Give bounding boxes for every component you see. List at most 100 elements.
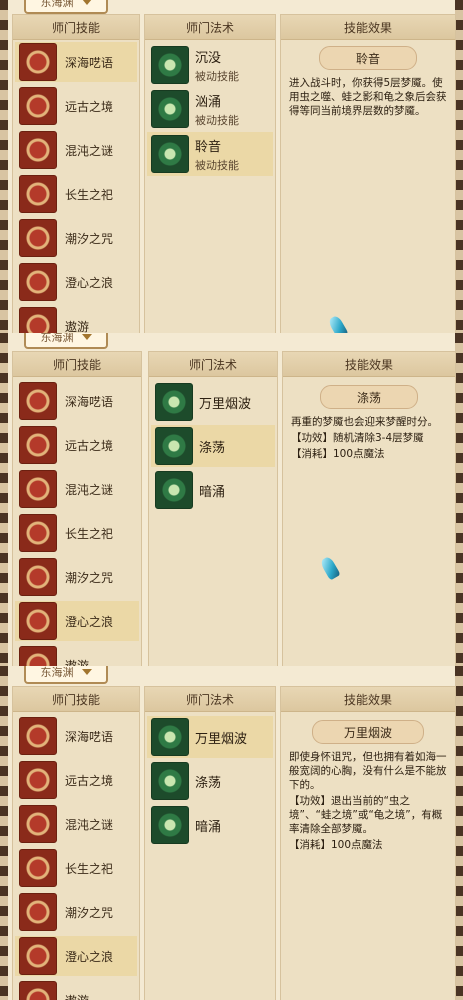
green-rune-icon — [155, 427, 193, 465]
spell-type: 被动技能 — [195, 69, 239, 83]
effect-description: 即使身怀诅咒，但也拥有着如海一般宽阔的心胸，没有什么是不能放下的。 【功效】退出… — [281, 744, 455, 852]
school-dropdown[interactable]: 东海渊 — [24, 333, 108, 349]
skill-label: 长生之祀 — [65, 526, 114, 541]
skills-panel-2: 东海渊 师门技能 深海呓语 远古之境 混沌之谜 长生之祀 潮汐之咒 澄心之浪 遨… — [0, 333, 463, 666]
school-skills-header: 师门技能 — [13, 687, 139, 712]
skill-label: 混沌之谜 — [65, 817, 114, 832]
spell-name: 涤荡 — [199, 440, 226, 456]
skill-item[interactable]: 深海呓语 — [15, 42, 137, 82]
school-spells-column: 师门法术 万里烟波 涤荡 暗涌 — [148, 351, 278, 666]
spell-item[interactable]: 聆音 被动技能 — [147, 132, 273, 176]
skill-label: 深海呓语 — [65, 394, 114, 409]
skill-item[interactable]: 遨游 — [15, 980, 137, 1000]
skill-item[interactable]: 远古之境 — [15, 86, 137, 126]
skill-effect-column: 技能效果 万里烟波 即使身怀诅咒，但也拥有着如海一般宽阔的心胸，没有什么是不能放… — [280, 686, 456, 1000]
school-spells-column: 师门法术 万里烟波 涤荡 暗涌 — [144, 686, 276, 1000]
skill-label: 远古之境 — [65, 438, 114, 453]
spell-item[interactable]: 暗涌 — [151, 469, 275, 511]
spell-item[interactable]: 暗涌 — [147, 804, 273, 846]
spell-item[interactable]: 涤荡 — [147, 760, 273, 802]
red-rune-icon — [19, 263, 57, 301]
school-skills-header: 师门技能 — [13, 15, 139, 40]
dropdown-value: 东海渊 — [40, 0, 74, 9]
skill-label: 潮汐之咒 — [65, 231, 114, 246]
red-rune-icon — [19, 382, 57, 420]
green-rune-icon — [151, 718, 189, 756]
skill-item[interactable]: 潮汐之咒 — [15, 218, 137, 258]
spell-item[interactable]: 沉没 被动技能 — [147, 44, 273, 86]
skill-item[interactable]: 混沌之谜 — [15, 130, 137, 170]
spell-item[interactable]: 汹涌 被动技能 — [147, 88, 273, 130]
effect-line: 进入战斗时，你获得5层梦魇。使用虫之噬、蛙之影和龟之象后会获得等同当前境界层数的… — [289, 77, 447, 117]
school-spells-header: 师门法术 — [149, 352, 277, 377]
skill-label: 深海呓语 — [65, 55, 114, 70]
skill-item[interactable]: 遨游 — [15, 306, 137, 333]
red-rune-icon — [19, 893, 57, 931]
skill-effect-column: 技能效果 涤荡 再重的梦魇也会迎来梦醒时分。 【功效】随机清除3-4层梦魇 【消… — [282, 351, 456, 666]
skill-label: 澄心之浪 — [65, 275, 114, 290]
skill-label: 长生之祀 — [65, 861, 114, 876]
skill-item[interactable]: 混沌之谜 — [15, 469, 139, 509]
skill-label: 澄心之浪 — [65, 949, 114, 964]
frame-edge-left — [0, 0, 8, 333]
skills-panel-1: 东海渊 师门技能 深海呓语 远古之境 混沌之谜 长生之祀 潮汐之咒 澄心之浪 遨… — [0, 0, 463, 333]
red-rune-icon — [19, 558, 57, 596]
skill-item[interactable]: 长生之祀 — [15, 513, 139, 553]
skill-item[interactable]: 潮汐之咒 — [15, 557, 139, 597]
dropdown-value: 东海渊 — [40, 333, 74, 344]
spell-name: 聆音 — [195, 139, 222, 155]
skill-item[interactable]: 遨游 — [15, 645, 139, 666]
skill-item[interactable]: 远古之境 — [15, 760, 137, 800]
skill-label: 潮汐之咒 — [65, 905, 114, 920]
effect-title: 涤荡 — [320, 385, 418, 409]
effect-line: 【功效】退出当前的“虫之境”、“蛙之境”或“龟之境”，有概率清除全部梦魇。 — [289, 795, 443, 835]
skill-item[interactable]: 深海呓语 — [15, 381, 139, 421]
skill-item[interactable]: 澄心之浪 — [15, 936, 137, 976]
effect-line: 【消耗】100点魔法 — [291, 448, 385, 460]
red-rune-icon — [19, 175, 57, 213]
spell-name: 万里烟波 — [199, 396, 252, 412]
green-rune-icon — [155, 471, 193, 509]
spell-name: 暗涌 — [199, 484, 226, 500]
skill-label: 远古之境 — [65, 99, 114, 114]
red-rune-icon — [19, 43, 57, 81]
skill-item[interactable]: 潮汐之咒 — [15, 892, 137, 932]
skill-effect-header: 技能效果 — [281, 687, 455, 712]
skill-label: 深海呓语 — [65, 729, 114, 744]
school-dropdown[interactable]: 东海渊 — [24, 0, 108, 14]
red-rune-icon — [19, 937, 57, 975]
spell-name: 万里烟波 — [195, 731, 248, 747]
skill-label: 遨游 — [65, 319, 90, 334]
spell-item[interactable]: 万里烟波 — [147, 716, 273, 758]
skill-item[interactable]: 澄心之浪 — [15, 601, 139, 641]
skill-label: 澄心之浪 — [65, 614, 114, 629]
skill-item[interactable]: 深海呓语 — [15, 716, 137, 756]
skill-item[interactable]: 混沌之谜 — [15, 804, 137, 844]
green-rune-icon — [151, 762, 189, 800]
red-rune-icon — [19, 646, 57, 666]
school-dropdown[interactable]: 东海渊 — [24, 666, 108, 684]
effect-line: 【消耗】100点魔法 — [289, 839, 383, 851]
frame-edge-left — [0, 333, 8, 666]
skill-label: 遨游 — [65, 658, 90, 667]
red-rune-icon — [19, 514, 57, 552]
spell-item[interactable]: 万里烟波 — [151, 381, 275, 423]
effect-description: 进入战斗时，你获得5层梦魇。使用虫之噬、蛙之影和龟之象后会获得等同当前境界层数的… — [281, 70, 455, 118]
green-rune-icon — [151, 46, 189, 84]
skill-label: 潮汐之咒 — [65, 570, 114, 585]
effect-title: 聆音 — [319, 46, 417, 70]
school-spells-header: 师门法术 — [145, 15, 275, 40]
spell-item[interactable]: 涤荡 — [151, 425, 275, 467]
skill-item[interactable]: 澄心之浪 — [15, 262, 137, 302]
red-rune-icon — [19, 87, 57, 125]
spell-type: 被动技能 — [195, 113, 239, 127]
red-rune-icon — [19, 805, 57, 843]
spell-name: 涤荡 — [195, 775, 222, 791]
red-rune-icon — [19, 849, 57, 887]
spell-name: 汹涌 — [195, 94, 222, 110]
frame-edge-right — [455, 666, 463, 1000]
skill-item[interactable]: 远古之境 — [15, 425, 139, 465]
skill-item[interactable]: 长生之祀 — [15, 174, 137, 214]
skill-item[interactable]: 长生之祀 — [15, 848, 137, 888]
red-rune-icon — [19, 602, 57, 640]
